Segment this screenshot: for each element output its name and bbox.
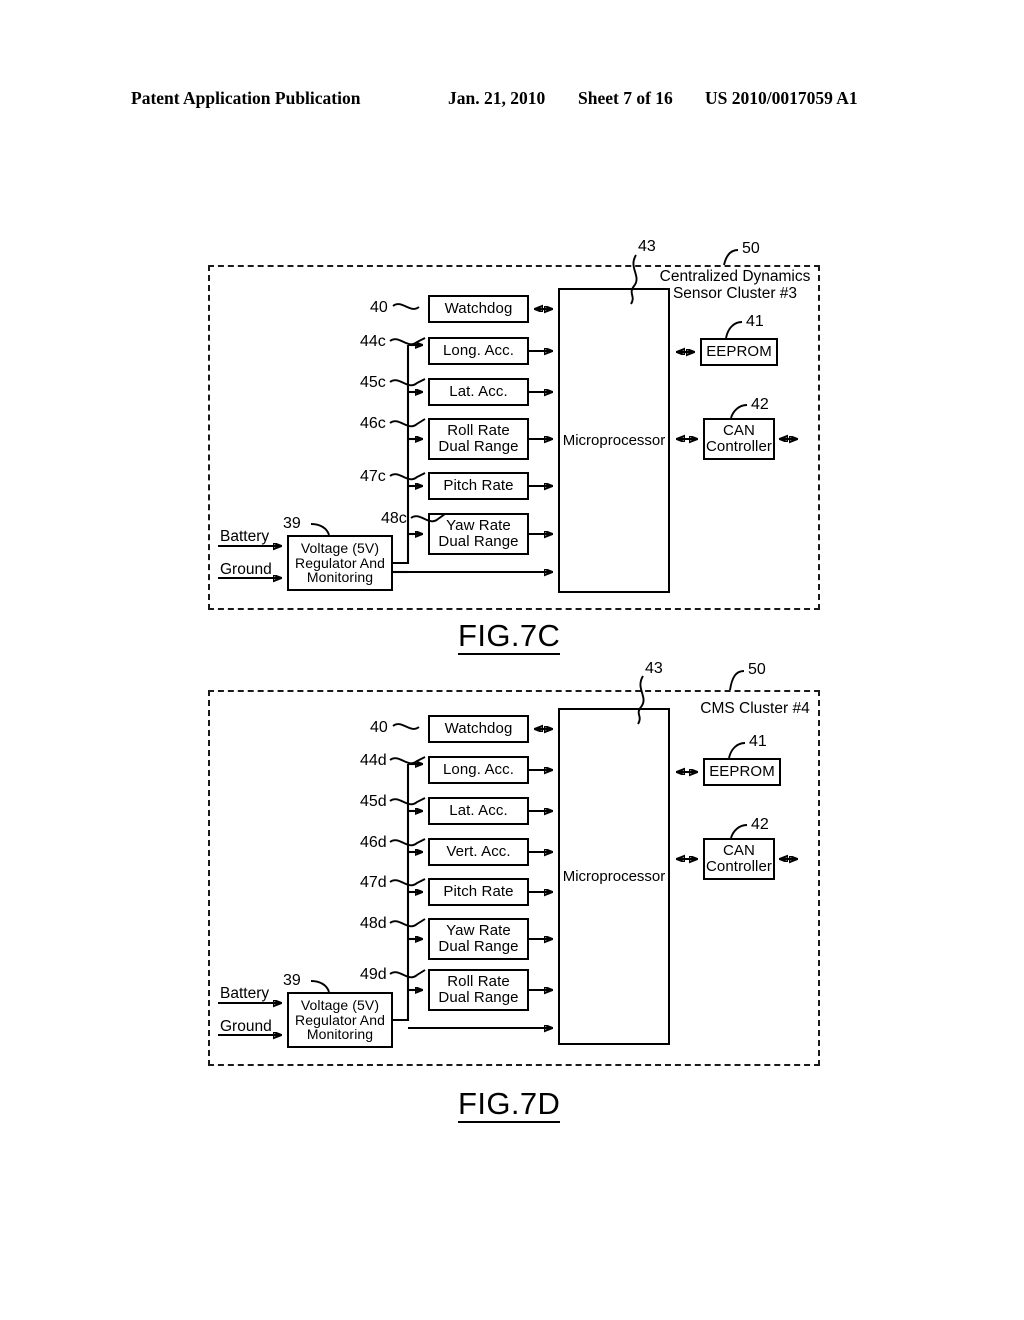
figure-7c-ref-42: 42 bbox=[751, 396, 769, 413]
figure-7c-can-controller: CAN Controller bbox=[703, 418, 775, 460]
figure-7d-block-lat-acc: Lat. Acc. bbox=[428, 797, 529, 825]
figure-7d-caption: FIG.7D bbox=[458, 1086, 561, 1123]
figure-7d-block-pitch-rate: Pitch Rate bbox=[428, 878, 529, 906]
figure-7c-block-roll-rate: Roll Rate Dual Range bbox=[428, 418, 529, 460]
figure-7c-cluster-title: Centralized Dynamics Sensor Cluster #3 bbox=[659, 268, 811, 303]
figure-7c-microprocessor: Microprocessor bbox=[558, 288, 670, 593]
figure-7c-ground-label: Ground bbox=[220, 561, 272, 578]
figure-7c-voltage-regulator: Voltage (5V) Regulator And Monitoring bbox=[287, 535, 393, 591]
figure-7d-block-roll-rate: Roll Rate Dual Range bbox=[428, 969, 529, 1011]
figure-7d-can-controller: CAN Controller bbox=[703, 838, 775, 880]
figure-7d-voltage-regulator: Voltage (5V) Regulator And Monitoring bbox=[287, 992, 393, 1048]
figure-7c-ref-46c: 46c bbox=[360, 415, 386, 432]
header-date: Jan. 21, 2010 bbox=[448, 88, 546, 108]
figure-7c-block-lat-acc: Lat. Acc. bbox=[428, 378, 529, 406]
figure-7c-block-yaw-rate: Yaw Rate Dual Range bbox=[428, 513, 529, 555]
figure-7d-ref-50: 50 bbox=[748, 661, 766, 678]
figure-7d-ref-41: 41 bbox=[749, 733, 767, 750]
figure-7c-ref-39: 39 bbox=[283, 515, 301, 532]
figure-7d-block-vert-acc: Vert. Acc. bbox=[428, 838, 529, 866]
figure-7d-ref-43: 43 bbox=[645, 660, 663, 677]
figure-7c-block-watchdog: Watchdog bbox=[428, 295, 529, 323]
figure-7c-ref-50: 50 bbox=[742, 240, 760, 257]
header-publication: Patent Application Publication bbox=[131, 88, 361, 108]
figure-7d-ref-46d: 46d bbox=[360, 834, 387, 851]
figure-7c-block-pitch-rate: Pitch Rate bbox=[428, 472, 529, 500]
figure-7d-ref-42: 42 bbox=[751, 816, 769, 833]
figure-7c-battery-label: Battery bbox=[220, 528, 270, 545]
leader-7d-50 bbox=[729, 670, 745, 691]
figure-7d-ref-47d: 47d bbox=[360, 874, 387, 891]
figure-7d-ref-39: 39 bbox=[283, 972, 301, 989]
figure-7d-ref-48d: 48d bbox=[360, 915, 387, 932]
figure-7d-ref-49d: 49d bbox=[360, 966, 387, 983]
figure-7d-block-long-acc: Long. Acc. bbox=[428, 756, 529, 784]
figure-7d-microprocessor: Microprocessor bbox=[558, 708, 670, 1045]
figure-7d-eeprom: EEPROM bbox=[703, 758, 781, 786]
figure-7c-ref-41: 41 bbox=[746, 313, 764, 330]
figure-7d-ref-44d: 44d bbox=[360, 752, 387, 769]
header-patent-number: US 2010/0017059 A1 bbox=[705, 88, 858, 108]
figure-7c-ref-40: 40 bbox=[370, 299, 388, 316]
figure-7d-cluster-title: CMS Cluster #4 bbox=[700, 700, 810, 717]
figure-7c-ref-45c: 45c bbox=[360, 374, 386, 391]
figure-7c-ref-44c: 44c bbox=[360, 333, 386, 350]
figure-7c-caption: FIG.7C bbox=[458, 618, 561, 655]
figure-7d-battery-label: Battery bbox=[220, 985, 270, 1002]
header-sheet-number: Sheet 7 of 16 bbox=[578, 88, 673, 108]
figure-7c-ref-48c: 48c bbox=[381, 510, 407, 527]
figure-7c-ref-43: 43 bbox=[638, 238, 656, 255]
figure-7c-ref-47c: 47c bbox=[360, 468, 386, 485]
figure-7c-block-long-acc: Long. Acc. bbox=[428, 337, 529, 365]
figure-7d-ground-label: Ground bbox=[220, 1018, 272, 1035]
figure-7d-block-watchdog: Watchdog bbox=[428, 715, 529, 743]
figure-7d-block-yaw-rate: Yaw Rate Dual Range bbox=[428, 918, 529, 960]
figure-7c-eeprom: EEPROM bbox=[700, 338, 778, 366]
leader-7c-50 bbox=[723, 249, 739, 266]
page-header: Patent Application Publication Jan. 21, … bbox=[0, 88, 1024, 114]
figure-7d-ref-40: 40 bbox=[370, 719, 388, 736]
figure-7d-ref-45d: 45d bbox=[360, 793, 387, 810]
